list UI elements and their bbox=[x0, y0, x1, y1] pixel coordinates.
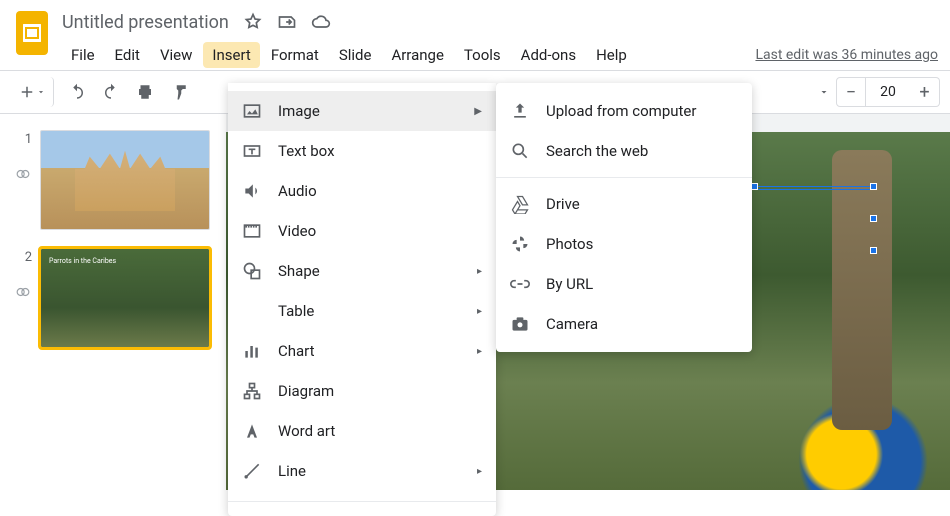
drive-icon bbox=[510, 194, 530, 214]
search-icon bbox=[510, 141, 530, 161]
slide-thumbnail-selected[interactable]: Parrots in the Caribes bbox=[40, 248, 210, 348]
last-edit-link[interactable]: Last edit was 36 minutes ago bbox=[755, 47, 938, 63]
menu-label: Video bbox=[278, 222, 316, 240]
submenu-arrow-icon: ▸ bbox=[477, 346, 482, 357]
menu-arrange[interactable]: Arrange bbox=[382, 42, 452, 68]
search-the-web[interactable]: Search the web bbox=[496, 131, 752, 171]
star-icon[interactable] bbox=[243, 12, 263, 32]
insert-chart[interactable]: Chart ▸ bbox=[228, 331, 496, 371]
slides-logo[interactable] bbox=[12, 8, 52, 58]
drive[interactable]: Drive bbox=[496, 184, 752, 224]
menu-label: Table bbox=[278, 302, 314, 320]
submenu-arrow-icon: ▸ bbox=[477, 306, 482, 317]
menu-help[interactable]: Help bbox=[587, 42, 636, 68]
menu-label: Shape bbox=[278, 262, 320, 280]
menubar: File Edit View Insert Format Slide Arran… bbox=[62, 40, 938, 70]
camera[interactable]: Camera bbox=[496, 304, 752, 344]
upload-from-computer[interactable]: Upload from computer bbox=[496, 91, 752, 131]
menu-label: Drive bbox=[546, 195, 580, 213]
zoom-in-button[interactable]: + bbox=[910, 77, 940, 107]
camera-icon bbox=[510, 314, 530, 334]
menu-label: Search the web bbox=[546, 142, 648, 160]
print-button[interactable] bbox=[130, 77, 160, 107]
insert-diagram[interactable]: Diagram bbox=[228, 371, 496, 411]
menu-view[interactable]: View bbox=[151, 42, 201, 68]
upload-icon bbox=[510, 101, 530, 121]
doc-title[interactable]: Untitled presentation bbox=[62, 12, 229, 33]
menu-label: Camera bbox=[546, 315, 598, 333]
video-icon bbox=[242, 221, 262, 241]
menu-format[interactable]: Format bbox=[262, 42, 328, 68]
selection-box[interactable] bbox=[754, 186, 874, 190]
photos-icon bbox=[510, 234, 530, 254]
image-icon bbox=[242, 101, 262, 121]
slide-thumbnail[interactable] bbox=[40, 130, 210, 230]
wordart-icon bbox=[242, 421, 262, 441]
link-icon bbox=[510, 274, 530, 294]
undo-button[interactable] bbox=[62, 77, 92, 107]
menu-label: Upload from computer bbox=[546, 102, 696, 120]
paint-format-button[interactable] bbox=[164, 77, 194, 107]
submenu-arrow-icon: ▶ bbox=[474, 106, 482, 117]
zoom-out-button[interactable]: − bbox=[836, 77, 866, 107]
menu-label: Image bbox=[278, 102, 320, 120]
menu-insert[interactable]: Insert bbox=[203, 42, 259, 68]
insert-table[interactable]: Table ▸ bbox=[228, 291, 496, 331]
photos[interactable]: Photos bbox=[496, 224, 752, 264]
menu-label: Chart bbox=[278, 342, 315, 360]
zoom-dropdown[interactable] bbox=[812, 77, 836, 107]
transition-icon bbox=[16, 147, 32, 185]
thumb-number: 2 bbox=[16, 248, 32, 265]
menu-slide[interactable]: Slide bbox=[330, 42, 381, 68]
menu-label: Text box bbox=[278, 142, 335, 160]
insert-audio[interactable]: Audio bbox=[228, 171, 496, 211]
menu-label: Audio bbox=[278, 182, 317, 200]
menu-addons[interactable]: Add-ons bbox=[512, 42, 585, 68]
menu-edit[interactable]: Edit bbox=[106, 42, 149, 68]
submenu-arrow-icon: ▸ bbox=[477, 266, 482, 277]
menu-label: Diagram bbox=[278, 382, 334, 400]
by-url[interactable]: By URL bbox=[496, 264, 752, 304]
cloud-icon[interactable] bbox=[311, 12, 331, 32]
chart-icon bbox=[242, 341, 262, 361]
menu-file[interactable]: File bbox=[62, 42, 104, 68]
insert-wordart[interactable]: Word art bbox=[228, 411, 496, 451]
thumb-number: 1 bbox=[16, 130, 32, 147]
move-icon[interactable] bbox=[277, 12, 297, 32]
shape-icon bbox=[242, 261, 262, 281]
zoom-value[interactable]: 20 bbox=[866, 77, 910, 107]
thumb-caption: Parrots in the Caribes bbox=[49, 257, 116, 265]
diagram-icon bbox=[242, 381, 262, 401]
insert-shape[interactable]: Shape ▸ bbox=[228, 251, 496, 291]
insert-video[interactable]: Video bbox=[228, 211, 496, 251]
audio-icon bbox=[242, 181, 262, 201]
insert-line[interactable]: Line ▸ bbox=[228, 451, 496, 491]
menu-label: By URL bbox=[546, 275, 593, 293]
table-icon bbox=[242, 301, 262, 321]
insert-menu-dropdown: Image ▶ Text box Audio Video Shape ▸ Tab… bbox=[228, 83, 496, 516]
menu-label: Line bbox=[278, 462, 306, 480]
textbox-icon bbox=[242, 141, 262, 161]
menu-label: Photos bbox=[546, 235, 593, 253]
menu-tools[interactable]: Tools bbox=[455, 42, 510, 68]
menu-label: Word art bbox=[278, 422, 335, 440]
insert-textbox[interactable]: Text box bbox=[228, 131, 496, 171]
slide-panel: 1 2 Parrots in the Caribes bbox=[0, 114, 226, 490]
line-icon bbox=[242, 461, 262, 481]
redo-button[interactable] bbox=[96, 77, 126, 107]
transition-icon bbox=[16, 265, 32, 303]
new-slide-button[interactable] bbox=[10, 77, 54, 107]
image-submenu: Upload from computer Search the web Driv… bbox=[496, 83, 752, 352]
insert-image[interactable]: Image ▶ bbox=[228, 91, 496, 131]
submenu-arrow-icon: ▸ bbox=[477, 466, 482, 477]
